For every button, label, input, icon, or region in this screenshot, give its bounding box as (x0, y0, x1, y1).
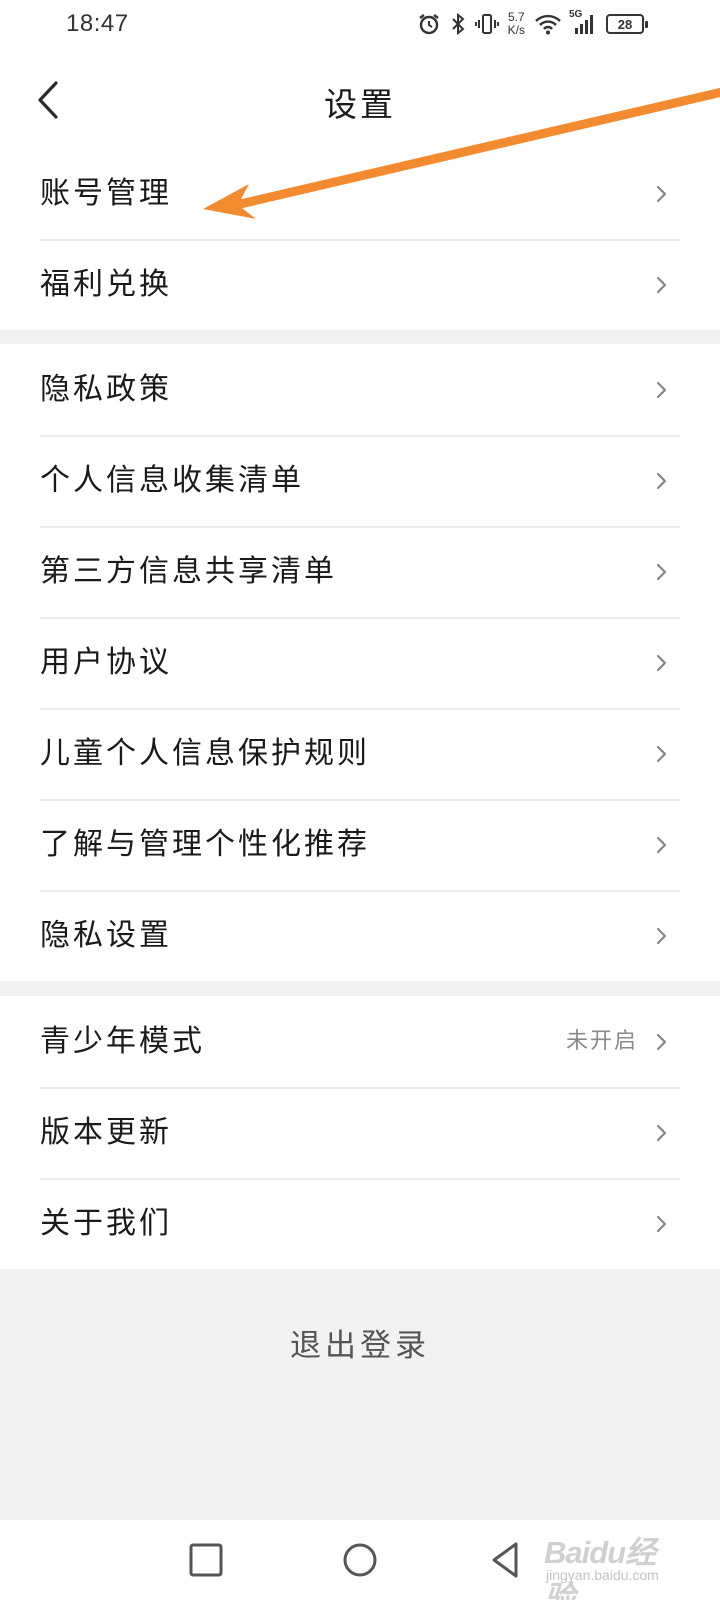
settings-row-personal-info-list[interactable]: 个人信息收集清单 (0, 435, 720, 526)
row-label: 隐私政策 (40, 372, 172, 407)
chevron-right-icon (656, 381, 667, 399)
chevron-right-icon (656, 745, 667, 763)
logout-button[interactable]: 退出登录 (0, 1292, 720, 1392)
chevron-right-icon (656, 472, 667, 490)
settings-row-version-update[interactable]: 版本更新 (0, 1087, 720, 1178)
status-bar: 18:47 5.7 K/s 5G 28 (0, 0, 720, 50)
row-label: 个人信息收集清单 (40, 463, 304, 498)
battery-icon: 28 (606, 14, 648, 34)
settings-group-general: 青少年模式 未开启 版本更新 关于我们 (0, 996, 720, 1269)
chevron-right-icon (656, 563, 667, 581)
chevron-right-icon (656, 836, 667, 854)
cellular-signal: 5G (569, 9, 597, 35)
settings-row-account-management[interactable]: 账号管理 (0, 148, 720, 239)
header: 设置 (0, 50, 720, 150)
square-icon[interactable] (184, 1538, 228, 1582)
chevron-right-icon (656, 185, 667, 203)
row-label: 了解与管理个性化推荐 (40, 827, 370, 862)
circle-icon[interactable] (338, 1538, 382, 1582)
battery-level: 28 (617, 16, 633, 32)
row-label: 儿童个人信息保护规则 (40, 736, 370, 771)
row-label: 第三方信息共享清单 (40, 554, 337, 589)
status-icons: 5.7 K/s 5G 28 (417, 8, 648, 40)
settings-row-privacy-policy[interactable]: 隐私政策 (0, 344, 720, 435)
chevron-right-icon (656, 1215, 667, 1233)
settings-group-privacy: 隐私政策 个人信息收集清单 第三方信息共享清单 用户协议 儿童个人信息保护规则 … (0, 344, 720, 981)
settings-group-account: 账号管理 福利兑换 (0, 148, 720, 330)
row-label: 用户协议 (40, 645, 172, 680)
chevron-right-icon (656, 1124, 667, 1142)
row-label: 青少年模式 (40, 1024, 205, 1059)
status-time: 18:47 (66, 10, 129, 37)
row-label: 福利兑换 (40, 267, 172, 302)
settings-row-personalized-recommendation[interactable]: 了解与管理个性化推荐 (0, 799, 720, 890)
settings-row-teen-mode[interactable]: 青少年模式 未开启 (0, 996, 720, 1087)
row-label: 关于我们 (40, 1206, 172, 1241)
vibrate-icon (474, 14, 499, 34)
triangle-back-icon[interactable] (484, 1538, 528, 1582)
chevron-right-icon (656, 927, 667, 945)
network-type: 5G (569, 9, 583, 20)
wifi-icon (535, 14, 561, 35)
settings-row-user-agreement[interactable]: 用户协议 (0, 617, 720, 708)
network-speed-unit: K/s (507, 23, 525, 37)
settings-row-third-party-sharing[interactable]: 第三方信息共享清单 (0, 526, 720, 617)
settings-row-rewards[interactable]: 福利兑换 (0, 239, 720, 330)
row-label: 账号管理 (40, 176, 172, 211)
settings-row-privacy-settings[interactable]: 隐私设置 (0, 890, 720, 981)
settings-row-child-privacy[interactable]: 儿童个人信息保护规则 (0, 708, 720, 799)
page-title: 设置 (324, 85, 396, 124)
chevron-right-icon (656, 276, 667, 294)
bluetooth-icon (451, 12, 465, 36)
alarm-icon (418, 14, 439, 35)
navigation-bar (0, 1520, 720, 1600)
chevron-right-icon (656, 654, 667, 672)
network-speed: 5.7 K/s (508, 11, 525, 37)
row-label: 版本更新 (40, 1115, 172, 1150)
teen-mode-status: 未开启 (565, 1029, 638, 1054)
settings-row-about-us[interactable]: 关于我们 (0, 1178, 720, 1269)
chevron-right-icon (656, 1033, 667, 1051)
row-label: 隐私设置 (40, 918, 172, 953)
